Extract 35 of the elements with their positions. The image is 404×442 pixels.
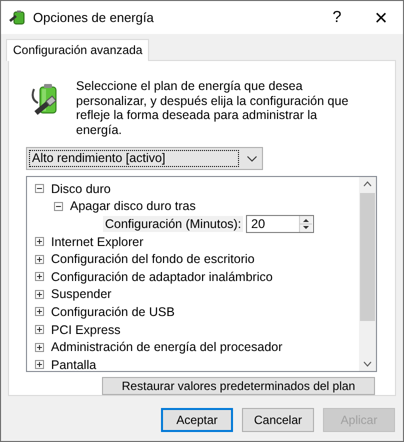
minutes-spinbox[interactable]: 20 xyxy=(246,214,314,233)
help-button[interactable]: ? xyxy=(315,2,359,32)
close-button[interactable]: × xyxy=(359,2,403,32)
tree-item[interactable]: Configuración de adaptador inalámbrico xyxy=(51,270,273,284)
battery-plug-icon xyxy=(9,10,27,26)
expand-icon[interactable] xyxy=(35,360,44,370)
setting-label: Configuración (Minutos): xyxy=(103,216,244,232)
expand-icon[interactable] xyxy=(35,342,44,352)
collapse-icon[interactable] xyxy=(54,202,63,211)
tree-item[interactable]: Suspender xyxy=(51,287,112,302)
tree-item[interactable]: Configuración de USB xyxy=(51,304,175,319)
tree-item[interactable]: Internet Explorer xyxy=(51,234,144,249)
expand-icon[interactable] xyxy=(35,272,44,282)
tree-item[interactable]: Administración de energía del procesador xyxy=(51,340,282,354)
tree-item[interactable]: PCI Express xyxy=(51,322,120,337)
chevron-down-icon xyxy=(247,156,257,162)
tab[interactable]: Configuración avanzada xyxy=(6,39,150,61)
expand-icon[interactable] xyxy=(35,290,44,299)
tree-item[interactable]: Configuración del fondo de escritorio xyxy=(51,252,255,266)
expand-icon[interactable] xyxy=(35,325,44,334)
expand-icon[interactable] xyxy=(35,237,44,246)
dialog-button[interactable]: Aceptar xyxy=(161,408,233,432)
scrollbar[interactable] xyxy=(359,177,376,371)
instruction-text: Seleccione el plan de energía que desea personalizar, y después elija la configuración que refleje la forma deseada para administrar la energía. xyxy=(76,79,350,135)
expand-icon[interactable] xyxy=(35,307,44,316)
tree-item[interactable]: Pantalla xyxy=(51,358,96,371)
dialog-button[interactable]: Cancelar xyxy=(242,408,314,432)
tree-item[interactable]: Apagar disco duro tras xyxy=(70,199,196,214)
restore-defaults-button[interactable]: Restaurar valores predeterminados del plan xyxy=(102,377,375,395)
spin-arrows-icon[interactable] xyxy=(300,216,312,232)
plan-dropdown[interactable]: Alto rendimiento [activo] xyxy=(26,147,263,170)
tree-item[interactable]: Disco duro xyxy=(51,182,111,196)
window-title: Opciones de energía xyxy=(33,10,155,25)
collapse-icon[interactable] xyxy=(35,184,44,194)
expand-icon[interactable] xyxy=(35,254,44,264)
